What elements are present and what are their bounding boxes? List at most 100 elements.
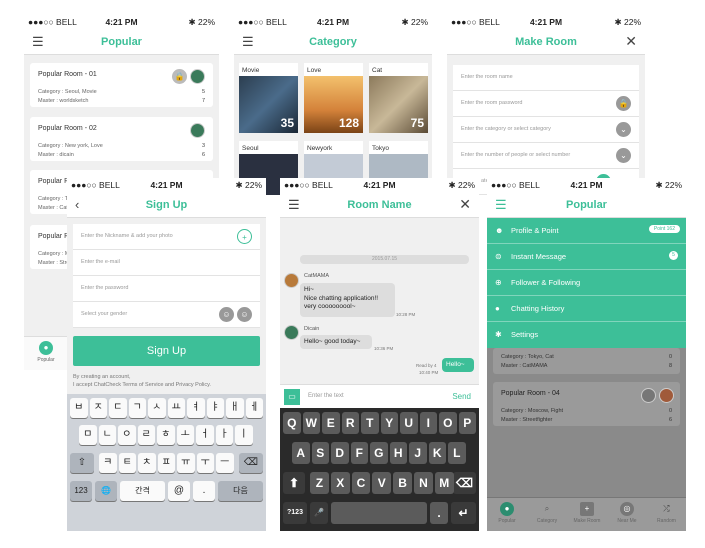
key[interactable]: ㅜ bbox=[196, 453, 214, 473]
key[interactable]: A bbox=[292, 442, 310, 464]
key[interactable]: ㅌ bbox=[118, 453, 136, 473]
tab-popular[interactable]: ● Popular bbox=[24, 336, 68, 370]
delete-key[interactable]: ⌫ bbox=[239, 453, 263, 473]
room-password-field[interactable]: Enter the room password 🔒 bbox=[453, 91, 639, 117]
key[interactable]: ㅎ bbox=[157, 425, 175, 445]
category-tile[interactable]: Cat 75 bbox=[369, 63, 428, 133]
key[interactable]: I bbox=[419, 412, 437, 434]
globe-key[interactable]: 🌐 bbox=[95, 481, 117, 501]
key[interactable]: ㅇ bbox=[118, 425, 136, 445]
key[interactable]: G bbox=[370, 442, 388, 464]
password-field[interactable]: Enter the password bbox=[73, 276, 260, 302]
space-key[interactable] bbox=[331, 502, 427, 524]
dot-key[interactable]: . bbox=[193, 481, 215, 501]
key[interactable]: ㅂ bbox=[70, 398, 88, 418]
mic-key[interactable]: 🎤 bbox=[310, 502, 328, 524]
terms-line2[interactable]: I accept ChatCheck Terms of Service and … bbox=[73, 382, 211, 388]
key[interactable]: J bbox=[409, 442, 427, 464]
at-key[interactable]: @ bbox=[168, 481, 190, 501]
key[interactable]: L bbox=[448, 442, 466, 464]
key[interactable]: ㅐ bbox=[226, 398, 244, 418]
key[interactable]: O bbox=[439, 412, 457, 434]
key[interactable]: ㅍ bbox=[157, 453, 175, 473]
email-field[interactable]: Enter the e-mail bbox=[73, 250, 260, 276]
people-field[interactable]: Enter the number of people or select num… bbox=[453, 143, 639, 169]
key[interactable]: D bbox=[331, 442, 349, 464]
key[interactable]: ㅋ bbox=[99, 453, 117, 473]
key[interactable]: ㅈ bbox=[89, 398, 107, 418]
key[interactable]: ㅗ bbox=[176, 425, 194, 445]
key[interactable]: K bbox=[428, 442, 446, 464]
key[interactable]: N bbox=[414, 472, 433, 494]
key[interactable]: ㄷ bbox=[109, 398, 127, 418]
next-key[interactable]: 다음 bbox=[218, 481, 263, 501]
room-card[interactable]: Popular Room - 04 Category : Moscow, Fig… bbox=[493, 382, 680, 426]
attach-icon[interactable]: ▭ bbox=[284, 389, 300, 405]
menu-item-follow[interactable]: ⊕ Follower & Following bbox=[487, 270, 686, 296]
shift-key[interactable]: ⬆ bbox=[283, 472, 305, 494]
key[interactable]: V bbox=[372, 472, 392, 494]
tab-category[interactable]: ⌕ Category bbox=[527, 497, 567, 531]
male-icon[interactable]: ☺ bbox=[237, 307, 252, 322]
return-key[interactable]: ↵ bbox=[451, 502, 476, 524]
key[interactable]: ㅅ bbox=[148, 398, 166, 418]
key[interactable]: W bbox=[302, 412, 320, 434]
message-input[interactable]: Enter the text bbox=[308, 393, 344, 399]
key[interactable]: ㅡ bbox=[216, 453, 234, 473]
key[interactable]: P bbox=[458, 412, 476, 434]
menu-item-messages[interactable]: ⊜ Instant Message 5 bbox=[487, 244, 686, 270]
category-tile[interactable]: Movie 35 bbox=[239, 63, 298, 133]
menu-item-settings[interactable]: ✱ Settings bbox=[487, 322, 686, 348]
close-icon[interactable]: ✕ bbox=[625, 33, 637, 50]
close-icon[interactable]: ✕ bbox=[459, 196, 471, 213]
delete-key[interactable]: ⌫ bbox=[453, 472, 476, 494]
key[interactable]: ㅁ bbox=[79, 425, 97, 445]
key[interactable]: ㅠ bbox=[177, 453, 195, 473]
room-card[interactable]: Popular Room - 01 🔒 Category : Seoul, Mo… bbox=[30, 63, 213, 107]
gender-field[interactable]: Select your gender ☺ ☺ bbox=[73, 302, 260, 328]
room-card[interactable]: Category : Tokyo, Cat Master : CatMAMA 0… bbox=[493, 348, 680, 374]
key[interactable]: S bbox=[311, 442, 329, 464]
menu-item-history[interactable]: ● Chatting History bbox=[487, 296, 686, 322]
tab-popular[interactable]: ● Popular bbox=[487, 497, 527, 531]
key[interactable]: X bbox=[330, 472, 350, 494]
chevron-down-icon[interactable]: ⌄ bbox=[616, 122, 631, 137]
space-key[interactable]: 간격 bbox=[120, 481, 165, 501]
sign-up-button[interactable]: Sign Up bbox=[73, 336, 260, 366]
key[interactable]: ㄹ bbox=[137, 425, 155, 445]
category-tile[interactable]: Love 128 bbox=[304, 63, 363, 133]
key[interactable]: ㄱ bbox=[128, 398, 146, 418]
key[interactable]: E bbox=[322, 412, 340, 434]
key[interactable]: B bbox=[393, 472, 412, 494]
key[interactable]: ㅏ bbox=[215, 425, 233, 445]
key[interactable]: H bbox=[389, 442, 407, 464]
key[interactable]: ㅣ bbox=[235, 425, 253, 445]
key[interactable]: Y bbox=[380, 412, 398, 434]
menu-item-profile[interactable]: ☻ Profile & Point Point 162 bbox=[487, 218, 686, 244]
key[interactable]: M bbox=[434, 472, 454, 494]
shift-key[interactable]: ⇧ bbox=[70, 453, 94, 473]
key[interactable]: ㅔ bbox=[245, 398, 263, 418]
chevron-down-icon[interactable]: ⌄ bbox=[616, 148, 631, 163]
key[interactable]: ㅕ bbox=[187, 398, 205, 418]
key[interactable]: R bbox=[341, 412, 359, 434]
send-button[interactable]: Send bbox=[452, 392, 471, 401]
dot-key[interactable]: . bbox=[430, 502, 448, 524]
female-icon[interactable]: ☺ bbox=[219, 307, 234, 322]
key[interactable]: T bbox=[361, 412, 379, 434]
key[interactable]: F bbox=[350, 442, 368, 464]
key[interactable]: ㅛ bbox=[167, 398, 185, 418]
numbers-key[interactable]: ?123 bbox=[283, 502, 307, 524]
add-photo-icon[interactable]: + bbox=[237, 229, 252, 244]
key[interactable]: ㅑ bbox=[206, 398, 224, 418]
key[interactable]: ㄴ bbox=[98, 425, 116, 445]
tab-make-room[interactable]: + Make Room bbox=[567, 497, 607, 531]
numbers-key[interactable]: 123 bbox=[70, 481, 92, 501]
tab-random[interactable]: ⤮ Random bbox=[647, 497, 686, 531]
key[interactable]: C bbox=[351, 472, 371, 494]
key[interactable]: ㅓ bbox=[196, 425, 214, 445]
nickname-field[interactable]: Enter the Nickname & add your photo + bbox=[73, 224, 260, 250]
room-name-field[interactable]: Enter the room name bbox=[453, 65, 639, 91]
key[interactable]: Z bbox=[310, 472, 329, 494]
key[interactable]: Q bbox=[283, 412, 301, 434]
